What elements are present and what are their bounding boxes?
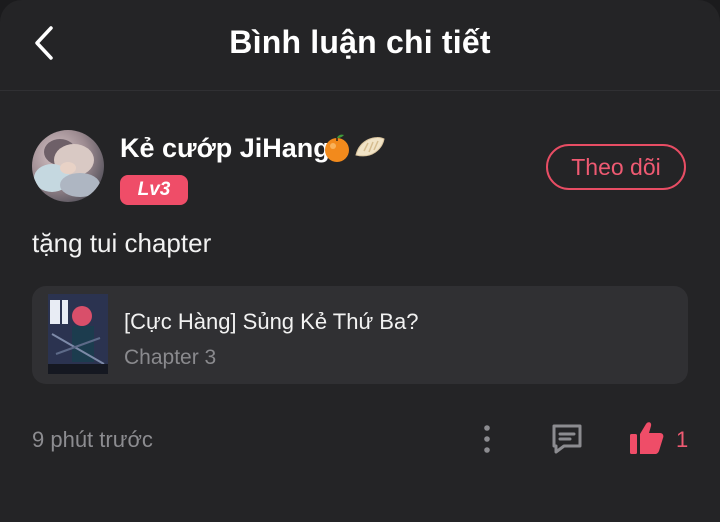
avatar-image [34,139,100,197]
manga-cover-thumbnail [48,294,108,374]
follow-button[interactable]: Theo dõi [546,144,686,190]
username[interactable]: Kẻ cướp JiHang [120,133,330,164]
dumpling-emoji [354,133,385,163]
comment-icon [552,424,582,454]
more-vertical-icon [484,425,490,453]
level-badge: Lv3 [120,175,188,205]
card-chapter: Chapter 3 [124,346,217,369]
tangerine-emoji [322,133,352,163]
header-bar: Bình luận chi tiết [0,0,720,91]
chapter-card[interactable]: [Cực Hàng] Sủng Kẻ Thứ Ba? Chapter 3 [32,286,688,384]
timestamp: 9 phút trước [32,427,153,452]
reply-button[interactable] [548,420,586,458]
comment-detail-screen: Bình luận chi tiết Kẻ cướp JiHang Lv3 Th… [0,0,720,522]
page-title: Bình luận chi tiết [229,24,491,60]
thumbs-up-icon [630,422,664,454]
avatar[interactable] [32,130,104,202]
more-button[interactable] [476,422,498,456]
comment-text: tặng tui chapter [32,228,212,258]
card-title: [Cực Hàng] Sủng Kẻ Thứ Ba? [124,309,419,334]
like-button[interactable] [628,420,666,456]
like-count: 1 [676,427,689,452]
